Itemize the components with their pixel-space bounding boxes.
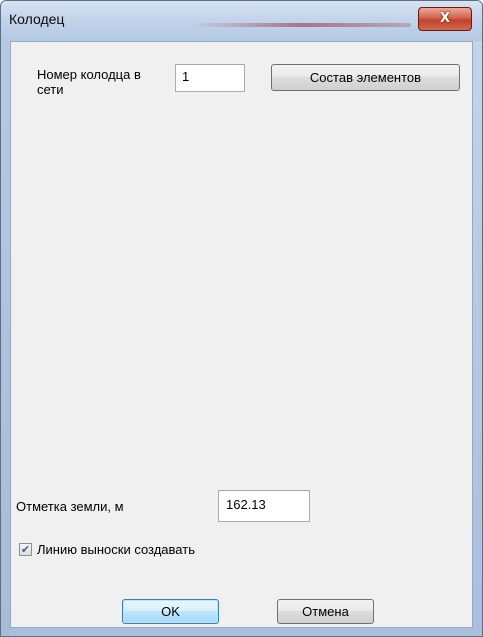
dialog-client-area: Номер колодца в сети 1 Состав элементов … bbox=[10, 41, 473, 628]
title-bar-background-decoration bbox=[191, 23, 411, 27]
composition-button[interactable]: Состав элементов bbox=[271, 64, 460, 91]
checkmark-icon: ✔ bbox=[20, 543, 31, 556]
leader-line-checkbox-label[interactable]: Линию выноски создавать bbox=[37, 542, 195, 557]
dialog-window: Колодец X Номер колодца в сети 1 Состав … bbox=[0, 0, 483, 637]
window-frame-left bbox=[1, 41, 10, 636]
title-bar[interactable]: Колодец X bbox=[1, 1, 482, 41]
window-title: Колодец bbox=[9, 11, 65, 27]
ground-level-input[interactable]: 162.13 bbox=[218, 490, 310, 522]
leader-line-checkbox[interactable]: ✔ bbox=[19, 543, 32, 556]
well-number-input[interactable]: 1 bbox=[175, 64, 245, 92]
ground-level-value: 162.13 bbox=[226, 497, 266, 512]
close-button[interactable]: X bbox=[418, 7, 472, 31]
ground-level-label: Отметка земли, м bbox=[16, 499, 124, 514]
cancel-button[interactable]: Отмена bbox=[277, 599, 374, 624]
well-number-value: 1 bbox=[182, 69, 190, 84]
well-number-label: Номер колодца в сети bbox=[37, 67, 141, 97]
close-icon: X bbox=[439, 11, 451, 26]
ok-button[interactable]: OK bbox=[122, 599, 219, 624]
